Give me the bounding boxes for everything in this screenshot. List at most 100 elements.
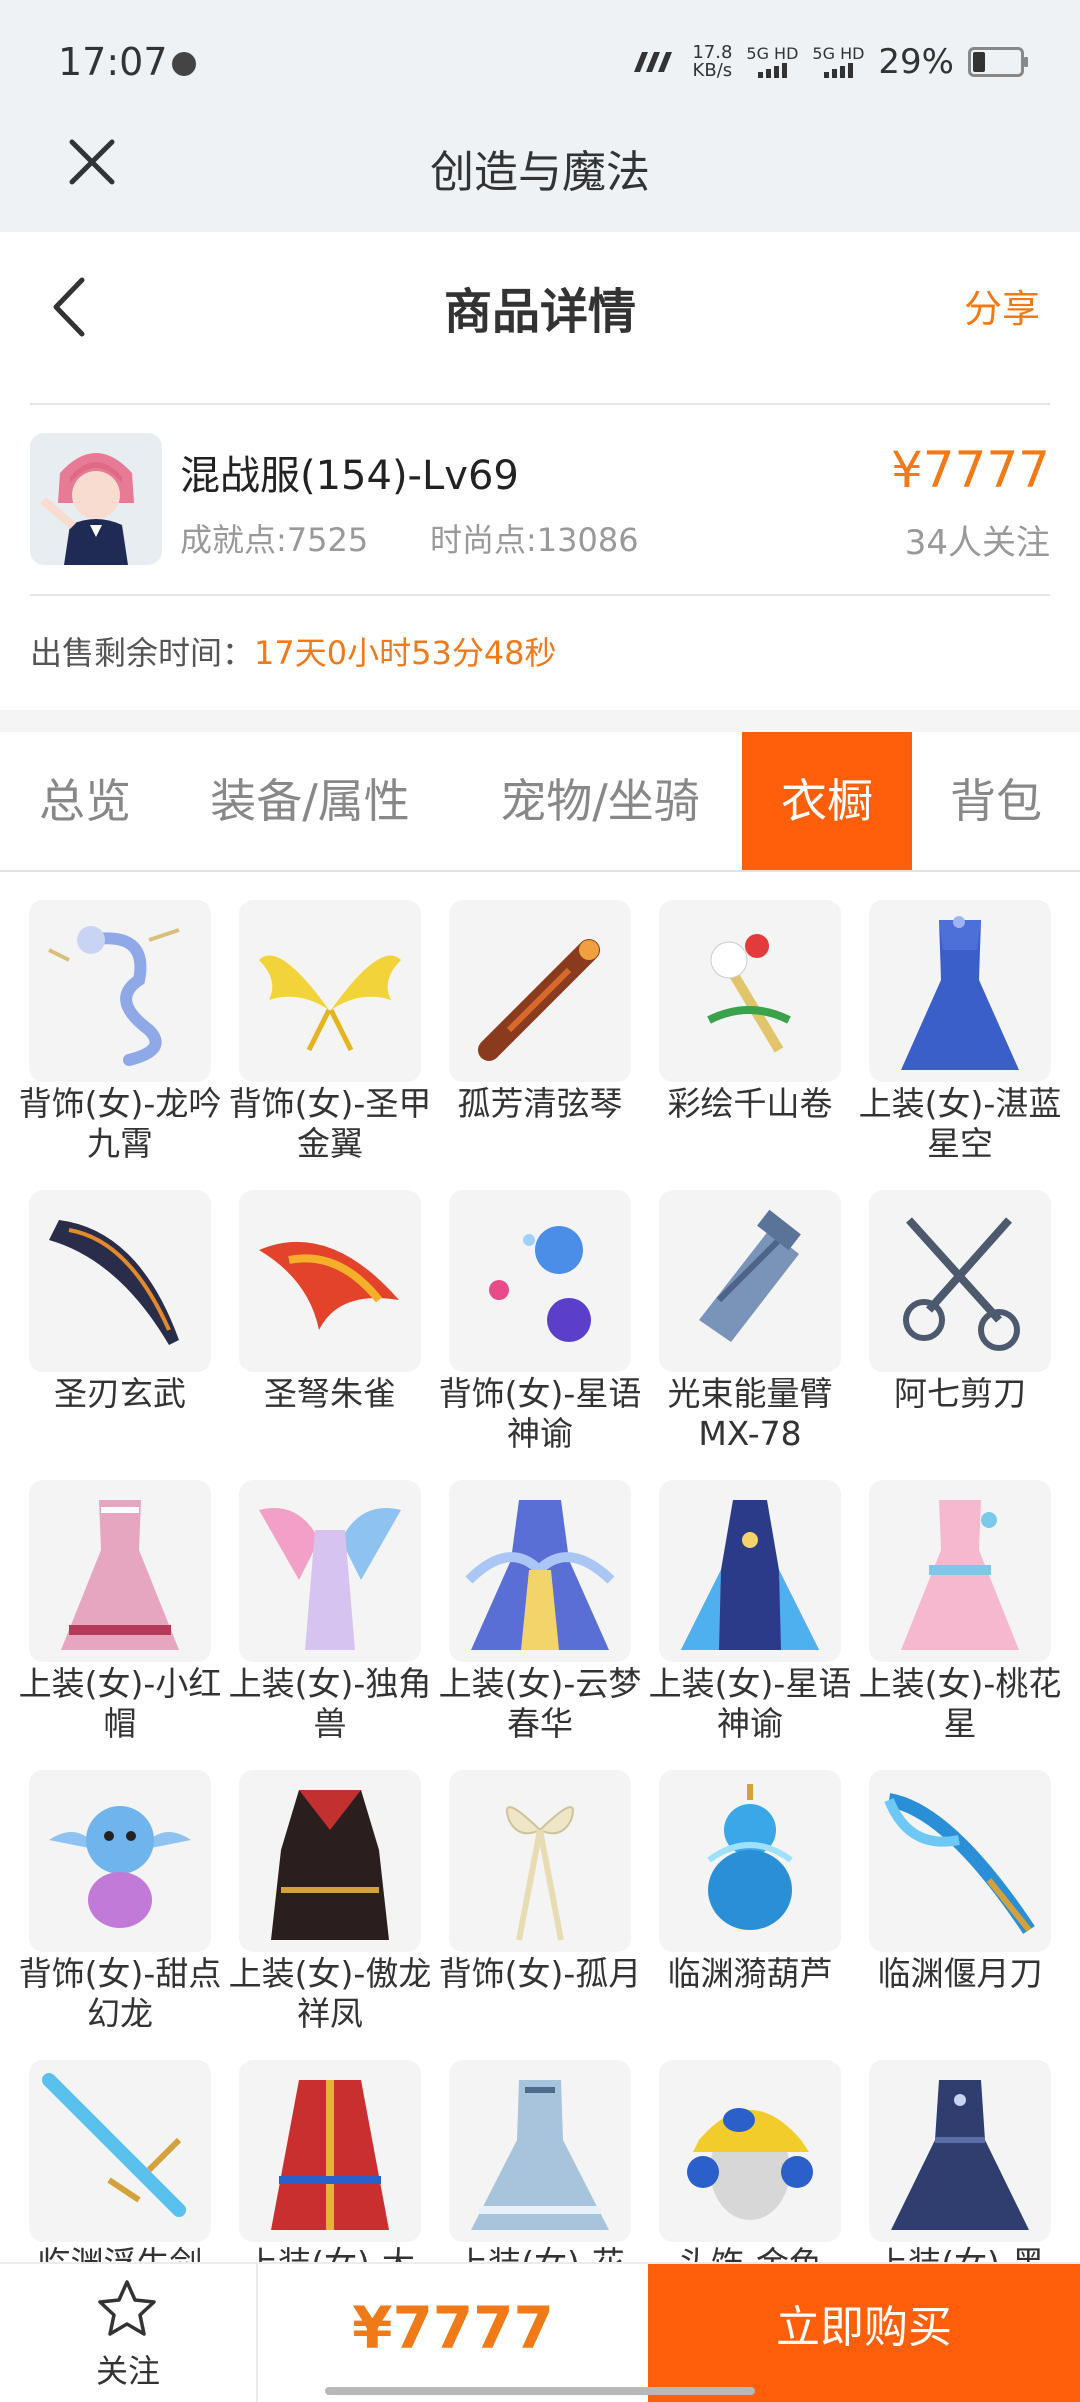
- wardrobe-item[interactable]: 上装(女)-独角兽: [220, 1452, 431, 1743]
- wardrobe-item[interactable]: 背饰(女)-龙吟九霄: [10, 872, 221, 1163]
- server-name: 混战服(154)-Lv69: [180, 453, 519, 499]
- detail-header: 商品详情 分享: [0, 232, 1080, 400]
- arm-cannon-icon: [659, 1190, 841, 1372]
- item-name: 上装(女)-星语神谕: [648, 1664, 852, 1743]
- remaining-label: 出售剩余时间：: [30, 634, 255, 672]
- battery-percent: 29%: [878, 42, 954, 82]
- status-time: 17:07: [58, 40, 168, 84]
- wardrobe-item[interactable]: 临渊漪葫芦: [640, 1742, 850, 2032]
- item-name: 临渊浮生剑: [10, 2244, 230, 2262]
- tab-equipment[interactable]: 装备/属性: [180, 732, 440, 870]
- wardrobe-item[interactable]: 上装(女)-小红帽: [10, 1452, 221, 1743]
- wardrobe-item[interactable]: 上装(女)-花: [430, 2032, 640, 2262]
- item-name: 上装(女)-桃花星: [858, 1664, 1062, 1743]
- item-name: 上装(女)-大: [220, 2244, 440, 2262]
- globe-icon: [172, 52, 196, 76]
- follower-count: 34人关注: [904, 523, 1050, 563]
- wardrobe-item[interactable]: 背饰(女)-圣甲金翼: [220, 872, 431, 1163]
- wardrobe-item[interactable]: 上装(女)-大: [220, 2032, 430, 2262]
- wardrobe-item[interactable]: 圣刃玄武: [10, 1162, 220, 1452]
- blue-dress-icon: [869, 900, 1051, 1082]
- tab-wardrobe[interactable]: 衣橱: [742, 732, 912, 870]
- wardrobe-item[interactable]: 圣弩朱雀: [220, 1162, 430, 1452]
- item-name: 上装(女)-小红帽: [18, 1664, 222, 1743]
- net-speed: 17.8 KB/s: [692, 44, 732, 80]
- wardrobe-item[interactable]: 上装(女)-星语神谕: [640, 1452, 851, 1743]
- wardrobe-item[interactable]: 背饰(女)-孤月: [430, 1742, 641, 2032]
- item-name: 背饰(女)-龙吟九霄: [18, 1084, 222, 1163]
- scroll-icon: [659, 900, 841, 1082]
- item-name: 圣刃玄武: [54, 1374, 186, 1413]
- battery-icon: [968, 47, 1028, 77]
- star-icon: [98, 2280, 156, 2336]
- wardrobe-item[interactable]: 上装(女)-云梦春华: [430, 1452, 641, 1743]
- wardrobe-grid: 背饰(女)-龙吟九霄 背饰(女)-圣甲金翼 孤芳清弦琴 彩绘千山卷 上装(女)-…: [0, 872, 1080, 2262]
- wardrobe-item[interactable]: 上装(女)-湛蓝星空: [850, 872, 1061, 1163]
- signal-bars-icon: [812, 62, 864, 78]
- item-name: 上装(女)-黑: [850, 2244, 1070, 2262]
- lace-dress-icon: [449, 2060, 631, 2242]
- net-speed-unit: KB/s: [692, 60, 733, 81]
- water-sword-icon: [29, 2060, 211, 2242]
- lute-icon: [449, 900, 631, 1082]
- wardrobe-item[interactable]: 上装(女)-傲龙祥凤: [220, 1742, 431, 2033]
- baby-dragon-icon: [29, 1770, 211, 1952]
- star-outfit-icon: [659, 1480, 841, 1662]
- item-name: 光束能量臂MX-78: [667, 1374, 833, 1453]
- ribbon-icon: [449, 1770, 631, 1952]
- wardrobe-item[interactable]: 上装(女)-桃花星: [850, 1452, 1061, 1743]
- page-title: 商品详情: [443, 284, 636, 340]
- signal-bars-icon: [746, 62, 798, 78]
- wardrobe-item[interactable]: 上装(女)-黑: [850, 2032, 1060, 2262]
- listing-price: ¥7777: [890, 441, 1050, 499]
- orbs-icon: [449, 1190, 631, 1372]
- dragon-back-icon: [29, 900, 211, 1082]
- app-title: 创造与魔法: [430, 147, 650, 198]
- wardrobe-item[interactable]: 背饰(女)-甜点幻龙: [10, 1742, 221, 2033]
- tab-backpack[interactable]: 背包: [912, 732, 1080, 870]
- tab-bar: 总览 装备/属性 宠物/坐骑 衣橱 背包: [0, 732, 1080, 870]
- wardrobe-item[interactable]: 孤芳清弦琴: [430, 872, 640, 1162]
- sim1-label: 5G HD: [746, 44, 799, 63]
- home-indicator[interactable]: [325, 2387, 755, 2395]
- divider: [30, 594, 1050, 596]
- wardrobe-item[interactable]: 阿七剪刀: [850, 1162, 1060, 1452]
- item-name: 背饰(女)-甜点幻龙: [18, 1954, 222, 2033]
- total-price: ¥7777: [352, 2294, 554, 2362]
- item-name: 背饰(女)-圣甲金翼: [228, 1084, 432, 1163]
- pink-dress-icon: [29, 1480, 211, 1662]
- red-robe-icon: [239, 2060, 421, 2242]
- wardrobe-item[interactable]: 临渊浮生剑: [10, 2032, 220, 2262]
- wardrobe-item[interactable]: 头饰-金色: [640, 2032, 850, 2262]
- app-header: 创造与魔法: [0, 100, 1080, 232]
- item-name: 圣弩朱雀: [264, 1374, 396, 1413]
- share-button[interactable]: 分享: [964, 278, 1040, 333]
- wardrobe-item[interactable]: 彩绘千山卷: [640, 872, 850, 1162]
- listing-card: 混战服(154)-Lv69 成就点:7525 时尚点:13086 ¥7777 3…: [0, 405, 1080, 590]
- phoenix-crossbow-icon: [239, 1190, 421, 1372]
- fashion-points: 时尚点:13086: [430, 521, 639, 559]
- section-gap: [0, 710, 1080, 732]
- follow-label: 关注: [95, 2352, 160, 2390]
- water-glaive-icon: [869, 1770, 1051, 1952]
- wardrobe-item[interactable]: 临渊偃月刀: [850, 1742, 1060, 2032]
- nfc-icon: [634, 52, 673, 72]
- item-name: 上装(女)-湛蓝星空: [858, 1084, 1062, 1163]
- avatar: [30, 433, 162, 565]
- item-name: 临渊偃月刀: [877, 1954, 1043, 1993]
- signal-sim1: 5G HD: [746, 46, 798, 78]
- tab-overview[interactable]: 总览: [0, 732, 170, 870]
- item-name: 上装(女)-傲龙祥凤: [228, 1954, 432, 2033]
- item-name: 孤芳清弦琴: [457, 1084, 623, 1123]
- follow-button[interactable]: 关注: [0, 2264, 256, 2402]
- bottom-action-bar: 关注 ¥7777 立即购买: [0, 2262, 1080, 2402]
- item-name: 背饰(女)-星语神谕: [438, 1374, 642, 1453]
- wardrobe-item[interactable]: 背饰(女)-星语神谕: [430, 1162, 641, 1453]
- dark-blade-icon: [29, 1190, 211, 1372]
- achievement-points: 成就点:7525: [180, 521, 369, 559]
- wardrobe-item[interactable]: 光束能量臂MX-78: [640, 1162, 850, 1453]
- unicorn-outfit-icon: [239, 1480, 421, 1662]
- cap-headphones-icon: [659, 2060, 841, 2242]
- tab-pets[interactable]: 宠物/坐骑: [460, 732, 740, 870]
- buy-now-button[interactable]: 立即购买: [648, 2264, 1080, 2402]
